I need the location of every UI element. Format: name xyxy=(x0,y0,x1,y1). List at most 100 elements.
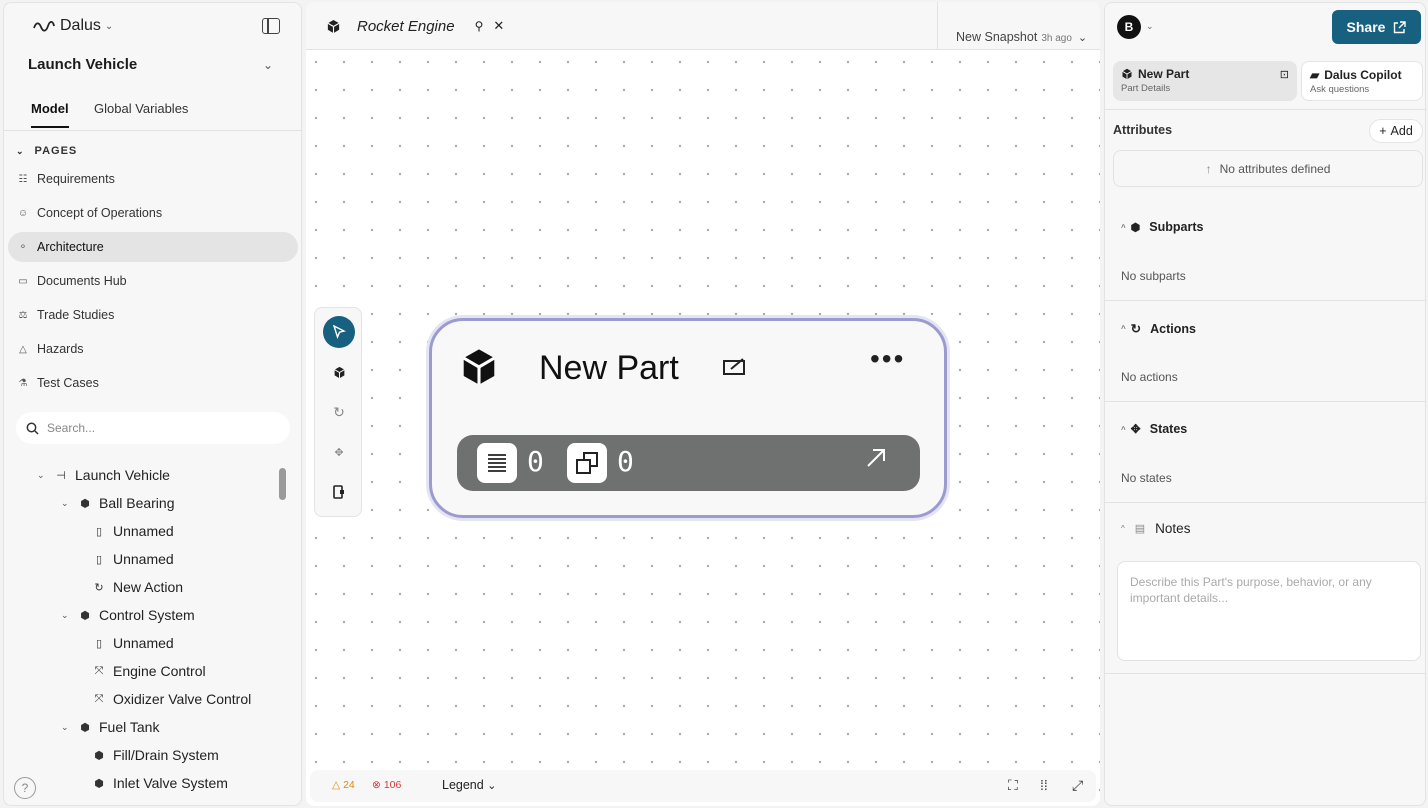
app-logo[interactable]: Dalus ⌄ xyxy=(32,17,113,35)
expand-icon[interactable]: ⤢ xyxy=(1072,777,1083,794)
nav-requirements[interactable]: ☷ Requirements xyxy=(8,164,298,194)
states-icon: ✥ xyxy=(1130,422,1141,436)
external-link-icon xyxy=(1394,20,1407,33)
share-button[interactable]: Share xyxy=(1332,10,1421,44)
chevron-up-icon: ^ xyxy=(1121,424,1126,434)
avatar[interactable]: B xyxy=(1117,15,1141,39)
nav-architecture[interactable]: ⚬ Architecture xyxy=(8,232,298,262)
tree-item[interactable]: ⌄ ⬢ Ball Bearing xyxy=(61,492,175,514)
part-node-footer: 0 0 xyxy=(457,435,920,491)
cube-icon xyxy=(462,349,496,385)
warning-icon: △ xyxy=(19,343,27,355)
tree-item[interactable]: ▯ Unnamed xyxy=(93,520,174,542)
nav-documents-hub[interactable]: ▭ Documents Hub xyxy=(8,266,298,296)
interface-icon: ⤧ xyxy=(94,692,104,705)
interface-icon: ⤧ xyxy=(94,664,104,677)
subparts-icon[interactable] xyxy=(567,443,607,483)
tree-item[interactable]: ↻ New Action xyxy=(93,576,183,598)
chevron-down-icon: ⌄ xyxy=(61,721,69,732)
chevron-down-icon: ⌄ xyxy=(487,780,497,792)
cube-icon: ⬢ xyxy=(1130,221,1141,234)
action-tool-icon[interactable]: ↻ xyxy=(323,396,355,428)
tab-part-details[interactable]: New Part ⊡ Part Details xyxy=(1113,61,1297,101)
more-options-icon[interactable]: ••• xyxy=(870,343,905,375)
chevron-down-icon: ⌄ xyxy=(61,609,69,620)
tree-item[interactable]: ⬢ Inlet Valve System xyxy=(93,772,228,794)
snapshot-selector[interactable]: New Snapshot 3h ago ⌄ xyxy=(956,30,1087,44)
project-title: Launch Vehicle xyxy=(28,56,138,73)
warnings-count[interactable]: △ 24 xyxy=(332,779,355,791)
tree-item[interactable]: ⌄ ⊣ Launch Vehicle xyxy=(37,464,170,486)
app-name: Dalus xyxy=(60,17,101,34)
architecture-canvas[interactable]: Rocket Engine ⚲ ✕ New Snapshot 3h ago ⌄ … xyxy=(306,2,1100,806)
grid-icon[interactable]: ⁞⁞ xyxy=(1040,777,1048,793)
part-node[interactable]: New Part ••• 0 0 xyxy=(429,318,947,518)
hierarchy-icon: ⊣ xyxy=(56,469,66,482)
canvas-topbar: Rocket Engine ⚲ ✕ New Snapshot 3h ago ⌄ xyxy=(306,2,1100,50)
chevron-up-icon: ^ xyxy=(1121,324,1126,333)
search-box[interactable]: Search... xyxy=(16,412,290,444)
notes-section-header[interactable]: ^ ▤ Notes xyxy=(1121,521,1190,536)
refresh-icon: ↻ xyxy=(94,581,104,594)
tab-dalus-copilot[interactable]: ▰ Dalus Copilot Ask questions xyxy=(1301,61,1423,101)
close-icon[interactable]: ✕ xyxy=(493,18,504,34)
nav-test-cases[interactable]: ⚗ Test Cases xyxy=(8,368,298,398)
cube-icon: ⬢ xyxy=(94,749,104,762)
edit-icon[interactable]: ⊡ xyxy=(1280,68,1289,81)
port-icon: ▯ xyxy=(95,553,103,566)
tree-item[interactable]: ⤧ Engine Control xyxy=(93,660,206,682)
arrow-up-icon: ↑ xyxy=(1205,161,1212,176)
attributes-title: Attributes xyxy=(1113,123,1173,137)
state-tool-icon[interactable]: ✥ xyxy=(323,436,355,468)
sidebar-tabs: Model Global Variables xyxy=(4,93,301,131)
notes-icon: ▤ xyxy=(1134,523,1146,535)
nav-trade-studies[interactable]: ⚖ Trade Studies xyxy=(8,300,298,330)
notes-textarea[interactable]: Describe this Part's purpose, behavior, … xyxy=(1117,561,1421,661)
select-tool-icon[interactable] xyxy=(323,316,355,348)
add-attribute-button[interactable]: + Add xyxy=(1369,119,1423,143)
states-section-header[interactable]: ^ ✥ States xyxy=(1121,422,1187,436)
tree-scrollbar[interactable] xyxy=(279,468,286,500)
tree-item[interactable]: ▯ Unnamed xyxy=(93,632,174,654)
project-chevron-icon[interactable]: ⌄ xyxy=(263,58,273,72)
sidebar-toggle-icon[interactable] xyxy=(262,18,280,34)
chevron-down-icon: ⌄ xyxy=(37,469,45,480)
pages-section-header[interactable]: ⌄ PAGES xyxy=(16,145,77,157)
chevron-up-icon: ^ xyxy=(1121,524,1125,533)
cube-icon xyxy=(1122,68,1132,80)
tree-item[interactable]: ⤧ Oxidizer Valve Control xyxy=(93,688,252,710)
subparts-section-header[interactable]: ^ ⬢ Subparts xyxy=(1121,220,1203,234)
chevron-down-icon[interactable]: ⌄ xyxy=(1146,21,1154,32)
tree-item[interactable]: ⬢ Fill/Drain System xyxy=(93,744,219,766)
part-tool-icon[interactable] xyxy=(323,356,355,388)
subpart-count: 0 xyxy=(617,445,634,478)
nav-concept-of-operations[interactable]: ☺ Concept of Operations xyxy=(8,198,298,228)
open-arrow-icon[interactable] xyxy=(865,447,887,476)
chevron-down-icon: ⌄ xyxy=(16,145,25,156)
tab-global-variables[interactable]: Global Variables xyxy=(94,101,188,126)
edit-icon[interactable] xyxy=(722,355,748,377)
scale-icon: ⚖ xyxy=(18,309,28,321)
part-node-title[interactable]: New Part xyxy=(539,349,679,388)
nav-hazards[interactable]: △ Hazards xyxy=(8,334,298,364)
tree-item[interactable]: ▯ Unnamed xyxy=(93,548,174,570)
graph-icon: ⚬ xyxy=(18,241,28,253)
errors-count[interactable]: ⊗ 106 xyxy=(372,779,401,791)
help-icon[interactable]: ? xyxy=(14,777,36,799)
no-attributes-message: ↑ No attributes defined xyxy=(1113,150,1423,187)
document-tab[interactable]: Rocket Engine ⚲ ✕ xyxy=(306,2,938,50)
pin-icon[interactable]: ⚲ xyxy=(475,19,484,33)
tree-item[interactable]: ⌄ ⬢ Control System xyxy=(61,604,195,626)
actions-empty: No actions xyxy=(1121,370,1178,384)
actions-section-header[interactable]: ^ ↻ Actions xyxy=(1121,321,1196,337)
canvas-toolbox: ↻ ✥ xyxy=(314,307,362,517)
legend-button[interactable]: Legend ⌄ xyxy=(442,778,496,792)
port-tool-icon[interactable] xyxy=(323,476,355,508)
attributes-icon[interactable] xyxy=(477,443,517,483)
tab-model[interactable]: Model xyxy=(31,101,69,128)
fit-view-icon[interactable]: ⛶ xyxy=(1008,777,1018,794)
states-empty: No states xyxy=(1121,471,1172,485)
search-input[interactable]: Search... xyxy=(47,421,95,435)
subparts-empty: No subparts xyxy=(1121,269,1186,283)
tree-item[interactable]: ⌄ ⬢ Fuel Tank xyxy=(61,716,159,738)
